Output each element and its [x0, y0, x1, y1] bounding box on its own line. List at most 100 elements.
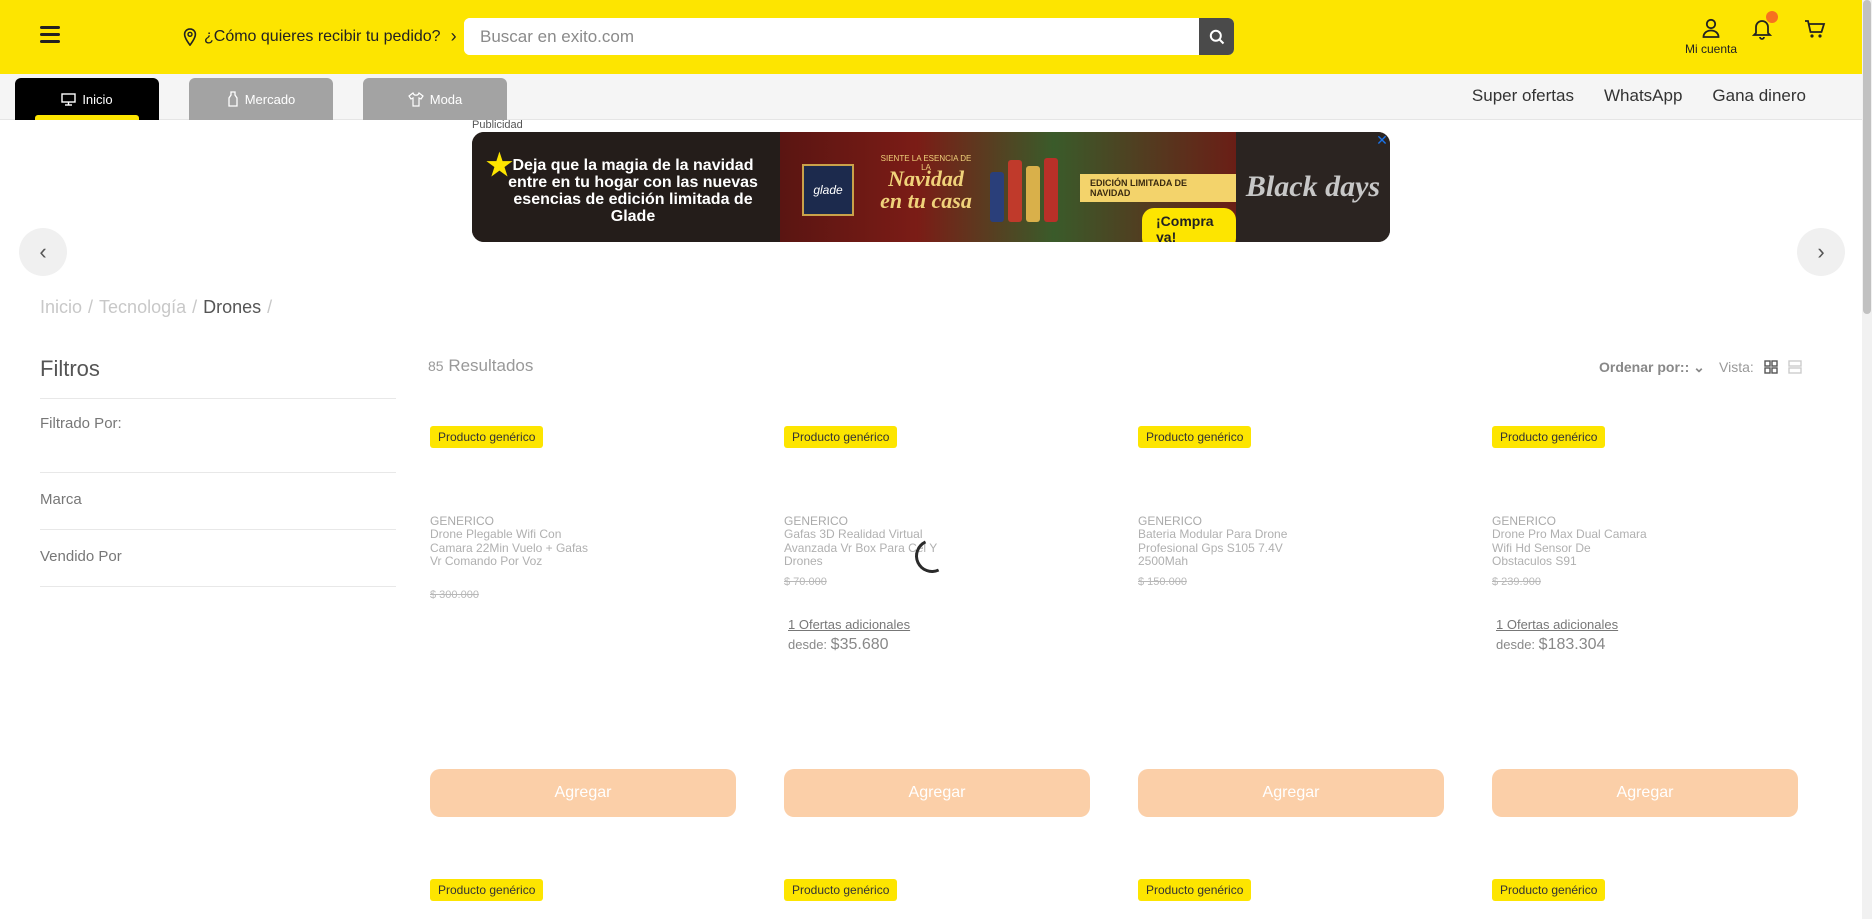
- product-name[interactable]: Bateria Modular Para Drone Profesional G…: [1138, 527, 1298, 569]
- product-bottles-image: [990, 158, 1058, 222]
- product-brand: GENERICO: [430, 514, 495, 528]
- product-card[interactable]: Producto genérico: [1492, 879, 1798, 901]
- chevron-down-icon: ⌄: [1693, 359, 1705, 375]
- scrollbar-thumb[interactable]: [1863, 0, 1871, 314]
- add-to-cart-button[interactable]: Agregar: [1492, 769, 1798, 817]
- nav-link-gana-dinero[interactable]: Gana dinero: [1712, 86, 1806, 106]
- generic-badge: Producto genérico: [1138, 426, 1252, 448]
- carousel-next-button[interactable]: ›: [1797, 228, 1845, 276]
- product-brand: GENERICO: [1492, 514, 1557, 528]
- delivery-selector[interactable]: ¿Cómo quieres recibir tu pedido? ›: [182, 26, 457, 47]
- nav-link-whatsapp[interactable]: WhatsApp: [1604, 86, 1682, 106]
- breadcrumb-tecnologia[interactable]: Tecnología: [99, 297, 186, 318]
- tab-inicio[interactable]: Inicio: [15, 78, 159, 120]
- results-number: 85: [428, 358, 444, 374]
- generic-badge: Producto genérico: [430, 879, 544, 901]
- ad-cta-button[interactable]: ¡Compra ya!: [1142, 208, 1236, 242]
- ad-close-icon[interactable]: ✕: [1374, 132, 1390, 148]
- cart-button[interactable]: [1804, 19, 1826, 44]
- price-from-label: desde:: [788, 637, 828, 652]
- product-name[interactable]: Drone Pro Max Dual Camara Wifi Hd Sensor…: [1492, 527, 1652, 569]
- add-to-cart-button[interactable]: Agregar: [784, 769, 1090, 817]
- product-old-price: $ 150.000: [1138, 576, 1187, 588]
- add-to-cart-button[interactable]: Agregar: [1138, 769, 1444, 817]
- price-from: desde: $35.680: [788, 636, 889, 654]
- sort-dropdown[interactable]: Ordenar por:: ⌄: [1599, 359, 1705, 376]
- search-icon: [1209, 29, 1224, 44]
- shirt-icon: [407, 91, 424, 107]
- ad-visual-panel: glade SIENTE LA ESENCIA DE LA Navidad en…: [780, 132, 1236, 242]
- ad-headline-panel: ★ Deja que la magia de la navidad entre …: [472, 132, 780, 242]
- results-count: 85 Resultados: [428, 356, 533, 376]
- add-to-cart-button[interactable]: Agregar: [430, 769, 736, 817]
- ad-campaign-panel: Black days: [1236, 132, 1390, 242]
- notifications-button[interactable]: [1751, 11, 1778, 45]
- generic-badge: Producto genérico: [784, 879, 898, 901]
- filter-group-marca[interactable]: Marca: [40, 473, 396, 530]
- carousel-prev-button[interactable]: ‹: [19, 228, 67, 276]
- chevron-left-icon: ‹: [39, 239, 47, 264]
- ad-tagline-main: Navidad en tu casa: [880, 166, 972, 213]
- ad-banner[interactable]: ★ Deja que la magia de la navidad entre …: [472, 132, 1390, 242]
- product-card[interactable]: Producto genérico: [1138, 879, 1444, 901]
- delivery-label: ¿Cómo quieres recibir tu pedido?: [204, 27, 441, 45]
- results-label: Resultados: [448, 356, 534, 375]
- breadcrumb-current: Drones: [203, 297, 262, 317]
- top-header: ¿Cómo quieres recibir tu pedido? › Mi cu…: [0, 0, 1872, 74]
- generic-badge: Producto genérico: [1492, 426, 1606, 448]
- generic-badge: Producto genérico: [784, 426, 898, 448]
- generic-badge: Producto genérico: [430, 426, 544, 448]
- product-price: $183.304: [1538, 636, 1606, 653]
- nav-link-super-ofertas[interactable]: Super ofertas: [1472, 86, 1574, 106]
- notification-dot: [1766, 11, 1778, 23]
- product-price: $35.680: [830, 636, 889, 653]
- product-old-price: $ 70.000: [784, 576, 827, 588]
- breadcrumb-separator: /: [192, 297, 198, 317]
- product-card[interactable]: Producto genérico GENERICO Drone Plegabl…: [430, 426, 736, 818]
- generic-badge: Producto genérico: [1492, 879, 1606, 901]
- tab-mercado[interactable]: Mercado: [189, 78, 333, 120]
- account-label: Mi cuenta: [1684, 42, 1738, 56]
- product-old-price: $ 300.000: [430, 589, 479, 601]
- view-toggle: Vista:: [1719, 359, 1802, 375]
- product-card[interactable]: Producto genérico GENERICO Gafas 3D Real…: [784, 426, 1090, 818]
- generic-badge: Producto genérico: [1138, 879, 1252, 901]
- menu-icon[interactable]: [40, 26, 60, 44]
- tab-moda[interactable]: Moda: [363, 78, 507, 120]
- tab-label: Mercado: [244, 91, 296, 107]
- additional-offers-link[interactable]: 1 Ofertas adicionales: [788, 617, 910, 632]
- bottle-icon: [228, 91, 238, 107]
- breadcrumb-inicio[interactable]: Inicio: [40, 297, 82, 318]
- product-card[interactable]: Producto genérico GENERICO Drone Pro Max…: [1492, 426, 1798, 818]
- tab-label: Moda: [429, 91, 463, 107]
- tab-label: Inicio: [82, 91, 113, 107]
- ad-ribbon: EDICIÓN LIMITADA DE NAVIDAD: [1080, 174, 1236, 202]
- account-button[interactable]: Mi cuenta: [1676, 18, 1746, 56]
- product-brand: GENERICO: [784, 514, 849, 528]
- view-label: Vista:: [1719, 359, 1754, 375]
- category-nav: Inicio Mercado Moda Super ofertas WhatsA…: [0, 74, 1862, 120]
- product-name[interactable]: Drone Plegable Wifi Con Camara 22Min Vue…: [430, 527, 590, 569]
- product-card[interactable]: Producto genérico GENERICO Bateria Modul…: [1138, 426, 1444, 818]
- price-from-label: desde:: [1496, 637, 1536, 652]
- list-view-icon[interactable]: [1788, 360, 1802, 374]
- grid-view-icon[interactable]: [1764, 360, 1778, 374]
- product-old-price: $ 239.900: [1492, 576, 1541, 588]
- search-bar: [464, 18, 1234, 55]
- ad-label: Publicidad: [472, 119, 523, 131]
- product-card[interactable]: Producto genérico: [784, 879, 1090, 901]
- chevron-right-icon: ›: [1817, 239, 1825, 264]
- cart-icon: [1805, 20, 1826, 38]
- additional-offers-link[interactable]: 1 Ofertas adicionales: [1496, 617, 1618, 632]
- price-from: desde: $183.304: [1496, 636, 1605, 654]
- filter-group-vendido-por[interactable]: Vendido Por: [40, 530, 396, 587]
- product-brand: GENERICO: [1138, 514, 1203, 528]
- ad-headline: Deja que la magia de la navidad entre en…: [508, 157, 758, 225]
- location-pin-icon: [183, 27, 197, 46]
- product-card[interactable]: Producto genérico: [430, 879, 736, 901]
- filters-panel: Filtros Filtrado Por: Marca Vendido Por: [40, 356, 396, 587]
- user-icon: [1702, 18, 1720, 38]
- breadcrumb-separator: /: [88, 297, 94, 317]
- search-button[interactable]: [1199, 18, 1234, 55]
- search-input[interactable]: [464, 18, 1199, 55]
